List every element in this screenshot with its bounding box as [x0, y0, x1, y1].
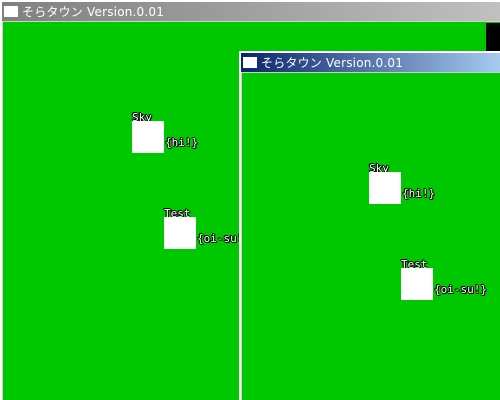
front-window-titlebar[interactable]: そらタウン Version.0.01 [241, 53, 500, 72]
character-speech: {hi!} [165, 136, 199, 149]
window-icon [4, 6, 18, 17]
character-speech: {hi!} [402, 187, 436, 200]
front-window[interactable]: そらタウン Version.0.01 Sky {hi!} Test {oi-su… [239, 51, 500, 400]
window-icon [243, 57, 257, 68]
desktop-gap [486, 23, 500, 53]
character-avatar[interactable] [401, 268, 433, 300]
back-window-titlebar[interactable]: そらタウン Version.0.01 [2, 2, 500, 21]
character-speech: {oi-su!} [434, 283, 487, 296]
character-avatar[interactable] [164, 217, 196, 249]
character-avatar[interactable] [369, 172, 401, 204]
front-window-title: そらタウン Version.0.01 [261, 56, 404, 70]
character-avatar[interactable] [132, 121, 164, 153]
back-window-title: そらタウン Version.0.01 [22, 5, 165, 19]
front-window-field[interactable]: Sky {hi!} Test {oi-su!} [242, 73, 500, 400]
